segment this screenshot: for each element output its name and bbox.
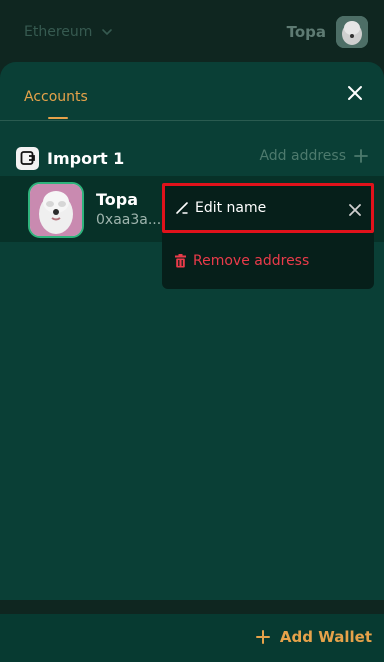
account-context-menu: Edit name Remove address: [162, 183, 374, 289]
tab-underline: [48, 117, 68, 119]
remove-address-label: Remove address: [193, 253, 310, 269]
network-label: Ethereum: [24, 24, 93, 40]
footer: Add Wallet: [0, 614, 384, 662]
plus-icon: [354, 149, 368, 163]
divider: [0, 120, 384, 121]
wallet-row: Import 1 Add address: [16, 144, 368, 172]
remove-address-menu-item[interactable]: Remove address: [174, 253, 309, 269]
add-address-label: Add address: [259, 148, 346, 164]
tab-accounts[interactable]: Accounts: [24, 89, 88, 105]
account-name: Topa: [96, 190, 139, 209]
account-avatar: [28, 182, 84, 238]
current-account[interactable]: Topa: [287, 16, 368, 48]
plus-icon: [255, 630, 270, 644]
chevron-down-icon: [102, 29, 113, 36]
edit-name-label: Edit name: [195, 200, 267, 216]
close-icon[interactable]: [349, 204, 361, 216]
network-selector[interactable]: Ethereum: [24, 24, 114, 40]
close-icon[interactable]: [346, 84, 364, 102]
trash-icon: [175, 254, 186, 268]
edit-name-menu-item[interactable]: Edit name: [162, 183, 374, 233]
pencil-icon: [176, 202, 188, 214]
add-wallet-button[interactable]: Add Wallet: [255, 628, 372, 646]
add-wallet-label: Add Wallet: [279, 628, 372, 646]
add-address-button[interactable]: Add address: [259, 148, 368, 164]
wallet-icon: [16, 146, 39, 170]
current-account-name: Topa: [286, 23, 326, 41]
account-address: 0xaa3a...: [96, 212, 162, 228]
avatar: [336, 16, 368, 48]
top-bar: Ethereum Topa: [0, 0, 384, 64]
panel-header: Accounts: [0, 62, 384, 120]
accounts-panel: Accounts Import 1 Add address Topa 0xaa3…: [0, 62, 384, 662]
wallet-name: Import 1: [47, 148, 125, 168]
